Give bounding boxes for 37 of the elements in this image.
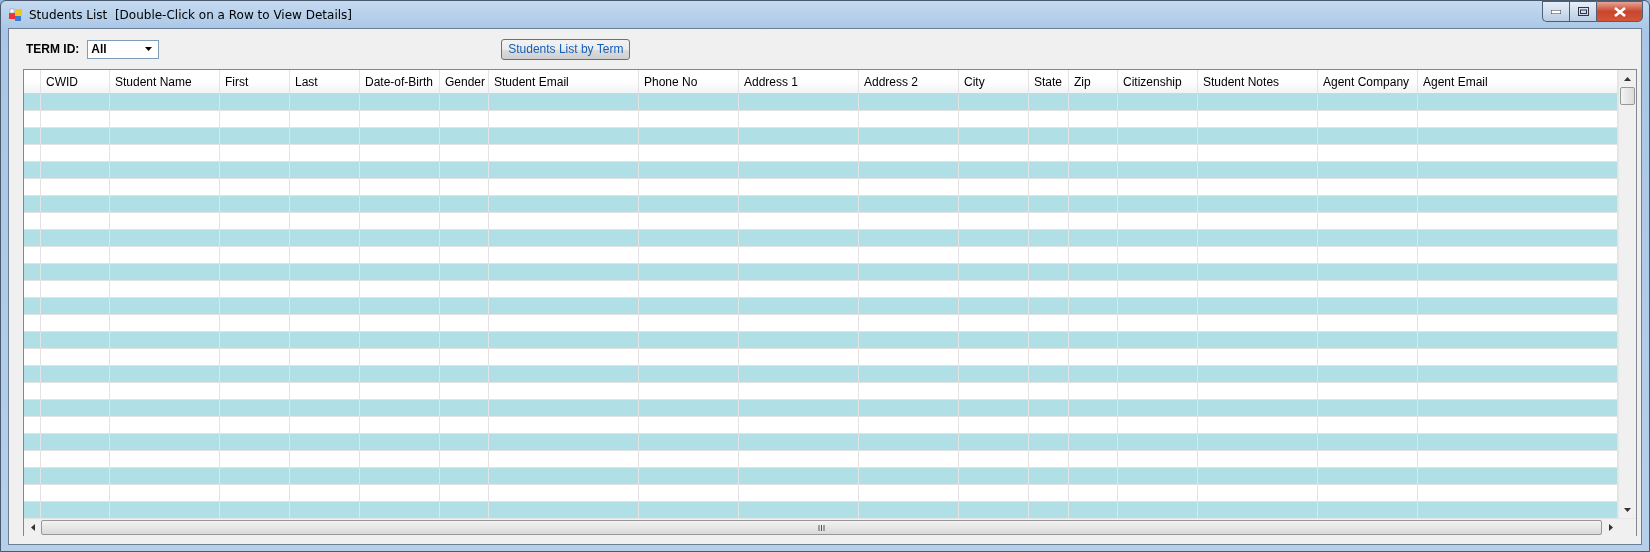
column-header[interactable]: Date-of-Birth: [360, 70, 440, 93]
scroll-right-icon: [1608, 524, 1613, 531]
close-button[interactable]: [1596, 1, 1643, 22]
column-header[interactable]: First: [220, 70, 290, 93]
minimize-icon: [1551, 9, 1561, 14]
window-title: Students List [Double-Click on a Row to View Details]: [29, 7, 353, 22]
column-header[interactable]: CWID: [41, 70, 110, 93]
column-header[interactable]: Gender: [440, 70, 489, 93]
scrollbar-thumb[interactable]: [41, 520, 1602, 535]
close-icon: [1613, 6, 1626, 17]
column-header[interactable]: Last: [290, 70, 360, 93]
column-header[interactable]: Student Notes: [1198, 70, 1318, 93]
column-header[interactable]: State: [1029, 70, 1069, 93]
column-header[interactable]: Zip: [1069, 70, 1118, 93]
app-icon: [9, 7, 23, 22]
column-header[interactable]: Phone No: [639, 70, 739, 93]
scrollbar-thumb[interactable]: [1620, 87, 1635, 105]
minimize-button[interactable]: [1542, 1, 1569, 22]
horizontal-scrollbar[interactable]: [24, 518, 1636, 536]
caret-icon: [145, 47, 153, 51]
vertical-scrollbar[interactable]: [1618, 70, 1636, 518]
students-by-term-button[interactable]: Students List by Term: [501, 38, 631, 60]
maximize-button[interactable]: [1569, 1, 1596, 22]
scroll-left-icon: [30, 524, 35, 531]
grip-icon: [818, 524, 825, 531]
term-dropdown[interactable]: All: [87, 39, 160, 59]
restore-icon: [1577, 7, 1589, 16]
term-id-label: TERM ID:: [26, 42, 80, 56]
column-header[interactable]: Student Name: [110, 70, 220, 93]
column-header[interactable]: City: [959, 70, 1029, 93]
scroll-up-icon: [1624, 76, 1631, 81]
column-header[interactable]: Citizenship: [1118, 70, 1198, 93]
scroll-down-icon: [1624, 507, 1631, 512]
column-header[interactable]: Address 2: [859, 70, 959, 93]
column-header[interactable]: Agent Company: [1318, 70, 1418, 93]
column-header[interactable]: Address 1: [739, 70, 859, 93]
column-header[interactable]: Student Email: [489, 70, 639, 93]
